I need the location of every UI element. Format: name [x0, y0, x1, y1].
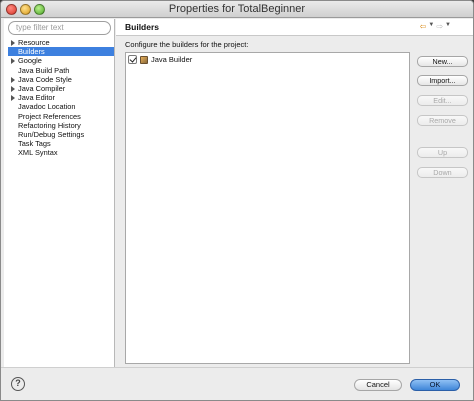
- tree-item-refactoring-history[interactable]: Refactoring History: [8, 121, 114, 130]
- page-title: Builders: [125, 22, 160, 32]
- back-menu-chevron-down-icon[interactable]: ▼: [428, 22, 434, 28]
- property-page: Builders ⇦ ▼ ⇨ ▼ Configure the builders for…: [116, 19, 473, 367]
- forward-menu-chevron-down-icon[interactable]: ▼: [445, 22, 451, 28]
- tree-item-resource[interactable]: Resource: [8, 38, 114, 47]
- dialog-footer: ? Cancel OK: [1, 367, 473, 400]
- back-arrow-icon[interactable]: ⇦: [420, 22, 427, 31]
- tree-item-java-editor[interactable]: Java Editor: [8, 93, 114, 102]
- title-bar: Properties for TotalBeginner: [1, 1, 473, 18]
- tree-item-javadoc-location[interactable]: Javadoc Location: [8, 102, 114, 111]
- category-tree: Resource Builders Google Java Build Path…: [8, 38, 114, 157]
- tree-item-project-references[interactable]: Project References: [8, 112, 114, 121]
- up-button[interactable]: Up: [417, 147, 468, 158]
- window-title: Properties for TotalBeginner: [168, 3, 306, 15]
- tree-item-builders[interactable]: Builders: [8, 47, 114, 57]
- remove-button[interactable]: Remove: [417, 115, 468, 126]
- category-sidebar: type filter text Resource Builders Googl…: [4, 19, 115, 367]
- builder-label: Java Builder: [151, 55, 193, 64]
- history-navigation: ⇦ ▼ ⇨ ▼: [420, 22, 453, 33]
- expand-arrow-icon[interactable]: [11, 95, 15, 102]
- builders-description: Configure the builders for the project:: [125, 40, 249, 49]
- tree-item-java-build-path[interactable]: Java Build Path: [8, 66, 114, 75]
- builders-list[interactable]: Java Builder: [125, 52, 410, 364]
- cancel-button[interactable]: Cancel: [354, 379, 402, 391]
- help-icon[interactable]: ?: [11, 377, 25, 391]
- expand-arrow-icon[interactable]: [11, 58, 15, 65]
- import-button[interactable]: Import...: [417, 75, 468, 86]
- builder-icon: [140, 56, 148, 64]
- tree-item-run-debug-settings[interactable]: Run/Debug Settings: [8, 130, 114, 139]
- properties-dialog: Properties for TotalBeginner type filter…: [0, 0, 474, 401]
- list-item[interactable]: Java Builder: [128, 55, 328, 65]
- tree-item-java-code-style[interactable]: Java Code Style: [8, 75, 114, 84]
- expand-arrow-icon[interactable]: [11, 40, 15, 46]
- edit-button[interactable]: Edit...: [417, 95, 468, 106]
- page-header: Builders ⇦ ▼ ⇨ ▼: [116, 19, 473, 36]
- expand-arrow-icon[interactable]: [11, 76, 15, 83]
- tree-item-xml-syntax[interactable]: XML Syntax: [8, 148, 114, 157]
- tree-item-task-tags[interactable]: Task Tags: [8, 139, 114, 148]
- down-button[interactable]: Down: [417, 167, 468, 178]
- forward-arrow-icon[interactable]: ⇨: [436, 22, 443, 31]
- tree-item-google[interactable]: Google: [8, 56, 114, 65]
- ok-button[interactable]: OK: [410, 379, 460, 391]
- filter-input[interactable]: type filter text: [8, 21, 111, 35]
- new-button[interactable]: New...: [417, 56, 468, 67]
- expand-arrow-icon[interactable]: [11, 85, 15, 92]
- java-builder-checkbox[interactable]: [128, 55, 137, 64]
- tree-item-java-compiler[interactable]: Java Compiler: [8, 84, 114, 93]
